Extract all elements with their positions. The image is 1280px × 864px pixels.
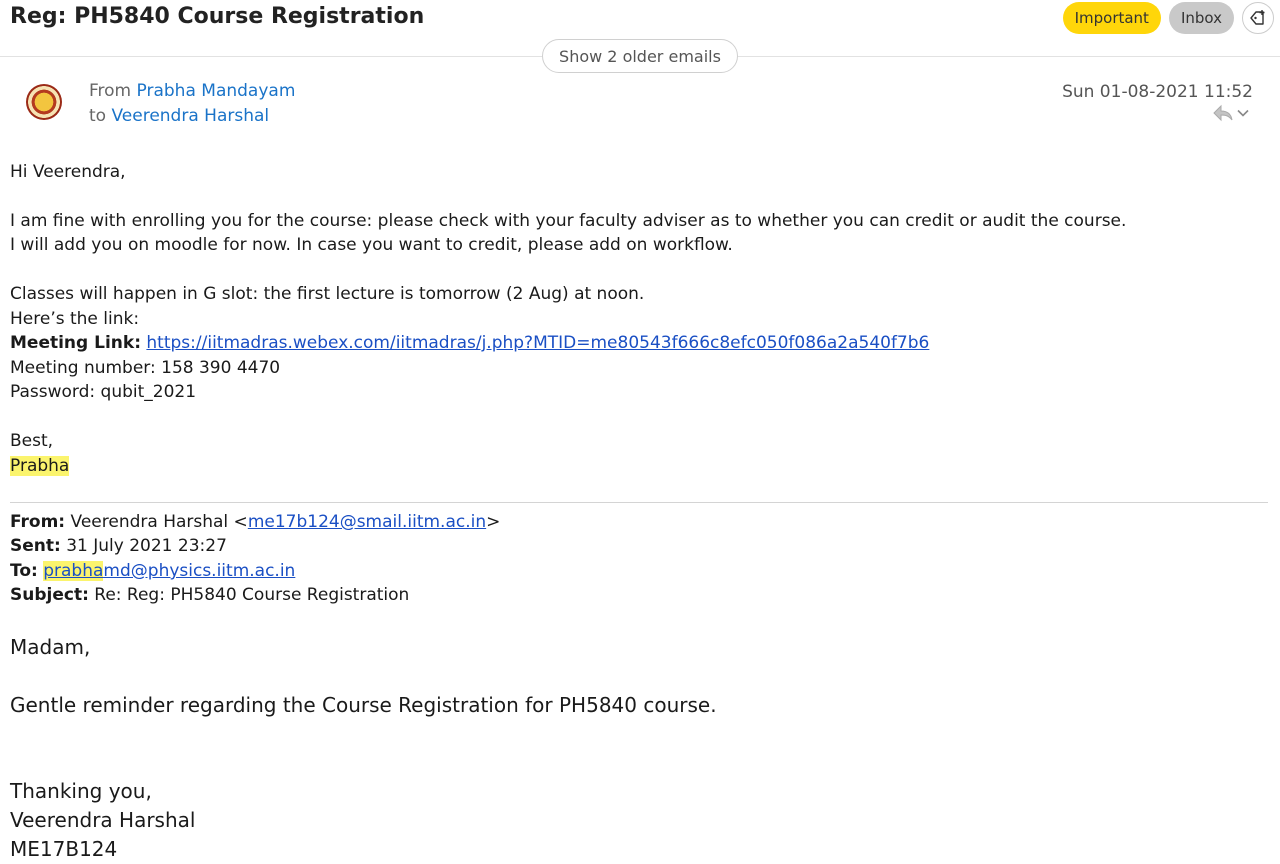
quoted-from-close: > [486, 512, 501, 532]
quoted-salutation: Madam, [10, 635, 91, 659]
sender-avatar [26, 84, 62, 120]
quoted-sent-line: Sent: 31 July 2021 23:27 [10, 534, 227, 559]
body-line: I am fine with enrolling you for the cou… [10, 211, 1127, 231]
recipient-name-link[interactable]: Veerendra Harshal [111, 106, 269, 126]
show-older-emails-button[interactable]: Show 2 older emails [542, 39, 738, 73]
reply-actions [1212, 104, 1250, 122]
quoted-to-line: To: prabhamd@physics.iitm.ac.in [10, 559, 295, 584]
body-line: I will add you on moodle for now. In cas… [10, 235, 733, 255]
body-line: Here’s the link: [10, 309, 140, 329]
header-tags: Important Inbox [1062, 2, 1274, 34]
signature: Prabha [10, 456, 70, 476]
inbox-tag[interactable]: Inbox [1168, 2, 1234, 34]
from-prefix: From [89, 81, 132, 101]
quoted-from-name: Veerendra Harshal < [70, 512, 248, 532]
quote-divider [10, 502, 1268, 503]
quoted-from-line: From: Veerendra Harshal <me17b124@smail.… [10, 510, 500, 535]
sender-name-link[interactable]: Prabha Mandayam [137, 81, 296, 101]
quoted-sent-value: 31 July 2021 23:27 [66, 536, 227, 556]
quoted-sent-label: Sent: [10, 536, 61, 556]
quoted-body: Gentle reminder regarding the Course Reg… [10, 693, 717, 717]
quoted-subject-label: Subject: [10, 585, 89, 605]
quoted-to-email-rest: md@physics.iitm.ac.in [103, 561, 296, 581]
add-tag-button[interactable] [1242, 2, 1274, 34]
to-line: to Veerendra Harshal [89, 106, 269, 126]
tag-add-icon [1249, 9, 1267, 27]
message-date: Sun 01-08-2021 11:52 [1062, 82, 1253, 102]
quoted-subject-value: Re: Reg: PH5840 Course Registration [94, 585, 410, 605]
body-line: Classes will happen in G slot: the first… [10, 284, 645, 304]
quoted-roll: ME17B124 [10, 837, 118, 861]
quoted-from-label: From: [10, 512, 66, 532]
closing: Best, [10, 431, 54, 451]
quoted-to-email-highlight: prabha [43, 561, 104, 581]
chevron-down-icon[interactable] [1236, 106, 1250, 120]
email-subject: Reg: PH5840 Course Registration [10, 4, 425, 29]
greeting: Hi Veerendra, [10, 162, 126, 182]
meeting-number: Meeting number: 158 390 4470 [10, 358, 281, 378]
meeting-link[interactable]: https://iitmadras.webex.com/iitmadras/j.… [146, 333, 929, 353]
quoted-subject-line: Subject: Re: Reg: PH5840 Course Registra… [10, 583, 409, 608]
quoted-from-email-link[interactable]: me17b124@smail.iitm.ac.in [248, 512, 486, 532]
quoted-to-email-link[interactable]: prabhamd@physics.iitm.ac.in [43, 561, 295, 581]
quoted-to-label: To: [10, 561, 38, 581]
meeting-password: Password: qubit_2021 [10, 382, 197, 402]
reply-icon[interactable] [1212, 104, 1234, 122]
important-tag[interactable]: Important [1062, 2, 1161, 34]
signature-line: Prabha [10, 454, 70, 479]
meeting-link-label: Meeting Link: [10, 333, 141, 353]
to-prefix: to [89, 106, 107, 126]
from-line: From Prabha Mandayam [89, 81, 295, 101]
meeting-link-line: Meeting Link: https://iitmadras.webex.co… [10, 331, 929, 356]
quoted-thanks: Thanking you, [10, 779, 152, 803]
quoted-name: Veerendra Harshal [10, 808, 196, 832]
